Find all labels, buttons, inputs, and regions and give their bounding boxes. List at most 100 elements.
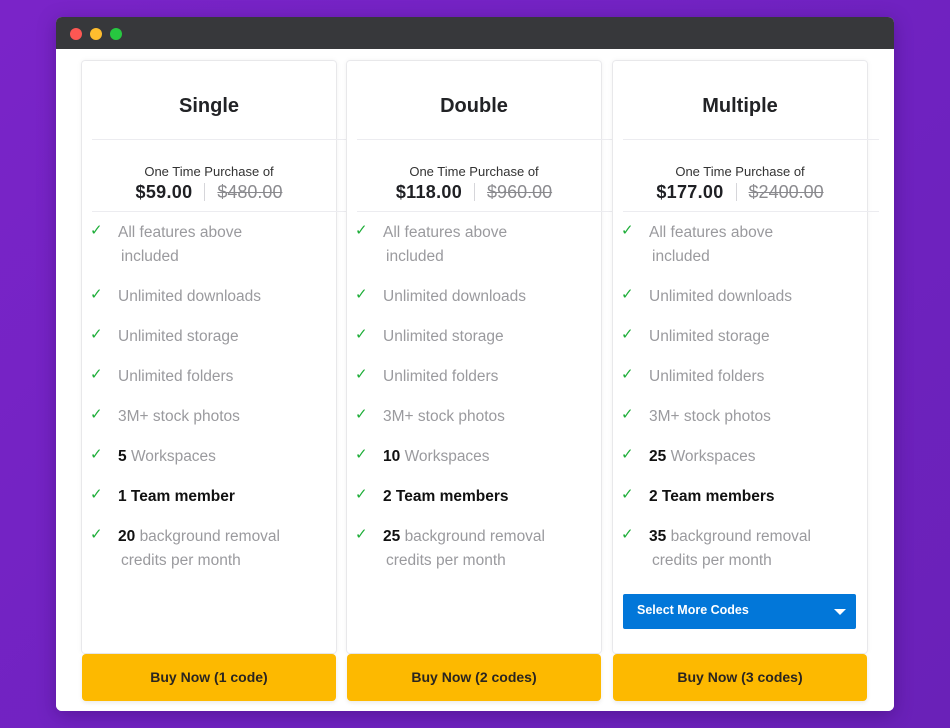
- select-label: Select More Codes: [637, 603, 749, 617]
- feature-text-continued: credits per month: [386, 552, 506, 569]
- feature-text: background removal: [404, 528, 546, 545]
- close-window-icon[interactable]: [70, 28, 82, 40]
- check-icon: ✓: [90, 366, 103, 383]
- plan-card-double: Double One Time Purchase of $118.00 $960.00…: [347, 61, 613, 653]
- check-icon: ✓: [355, 366, 368, 383]
- feature-highlight: 2 Team members: [649, 488, 775, 505]
- feature-text: background removal: [670, 528, 812, 545]
- feature-item: ✓ All features above included: [353, 221, 595, 269]
- feature-highlight: 25: [383, 528, 401, 545]
- feature-text: All features above: [118, 224, 243, 241]
- feature-list: ✓ All features above included ✓ Unlimited do…: [619, 221, 861, 589]
- feature-item: ✓ Unlimited downloads: [88, 285, 330, 309]
- check-icon: ✓: [90, 446, 103, 463]
- divider: [92, 139, 348, 140]
- original-price: $480.00: [217, 182, 283, 202]
- feature-text-continued: included: [386, 248, 444, 265]
- check-icon: ✓: [621, 446, 634, 463]
- feature-text: Unlimited folders: [649, 368, 765, 385]
- price-row: $118.00 $960.00: [347, 182, 601, 203]
- feature-item: ✓ Unlimited downloads: [353, 285, 595, 309]
- feature-item: ✓ 2 Team members: [353, 485, 595, 509]
- price-separator: [474, 183, 476, 201]
- maximize-window-icon[interactable]: [110, 28, 122, 40]
- feature-item: ✓ 25 background removal credits per month: [353, 525, 595, 573]
- feature-text-continued: included: [121, 248, 179, 265]
- plan-card-multiple: Multiple One Time Purchase of $177.00 $2400…: [613, 61, 879, 653]
- divider: [623, 211, 879, 212]
- feature-text-continued: included: [652, 248, 710, 265]
- current-price: $59.00: [135, 182, 193, 202]
- feature-item: ✓ 35 background removal credits per month: [619, 525, 861, 573]
- feature-text: Unlimited downloads: [118, 288, 262, 305]
- feature-highlight: 2 Team members: [383, 488, 509, 505]
- feature-text: Unlimited storage: [649, 328, 770, 345]
- purchase-label: One Time Purchase of: [675, 164, 805, 179]
- window-titlebar: [56, 17, 894, 49]
- price-row: $59.00 $480.00: [82, 182, 336, 203]
- feature-item: ✓ 25 Workspaces: [619, 445, 861, 469]
- feature-item: ✓ Unlimited storage: [619, 325, 861, 349]
- feature-text: Unlimited folders: [383, 368, 499, 385]
- current-price: $177.00: [656, 182, 724, 202]
- feature-item: ✓ 3M+ stock photos: [88, 405, 330, 429]
- pricing-section: Single One Time Purchase of $59.00 $480.00 ✓…: [56, 49, 894, 711]
- check-icon: ✓: [621, 366, 634, 383]
- buy-now-button-multiple[interactable]: Buy Now (3 codes): [613, 654, 867, 701]
- feature-text: Workspaces: [670, 448, 756, 465]
- feature-text: background removal: [139, 528, 281, 545]
- divider: [357, 211, 613, 212]
- feature-item: ✓ 20 background removal credits per month: [88, 525, 330, 573]
- purchase-label: One Time Purchase of: [409, 164, 539, 179]
- check-icon: ✓: [90, 222, 103, 239]
- check-icon: ✓: [90, 526, 103, 543]
- check-icon: ✓: [355, 526, 368, 543]
- check-icon: ✓: [621, 406, 634, 423]
- feature-item: ✓ All features above included: [619, 221, 861, 269]
- feature-text-continued: credits per month: [652, 552, 772, 569]
- price-row: $177.00 $2400.00: [613, 182, 867, 203]
- check-icon: ✓: [355, 222, 368, 239]
- feature-text: 3M+ stock photos: [118, 408, 240, 425]
- price-separator: [735, 183, 737, 201]
- buy-now-button-single[interactable]: Buy Now (1 code): [82, 654, 336, 701]
- feature-highlight: 25: [649, 448, 667, 465]
- purchase-label: One Time Purchase of: [144, 164, 274, 179]
- feature-item: ✓ 3M+ stock photos: [619, 405, 861, 429]
- feature-item: ✓ 10 Workspaces: [353, 445, 595, 469]
- feature-item: ✓ All features above included: [88, 221, 330, 269]
- feature-text: Unlimited downloads: [383, 288, 527, 305]
- select-more-codes-dropdown[interactable]: Select More Codes: [623, 594, 856, 629]
- minimize-window-icon[interactable]: [90, 28, 102, 40]
- divider: [623, 139, 879, 140]
- feature-item: ✓ 5 Workspaces: [88, 445, 330, 469]
- check-icon: ✓: [90, 486, 103, 503]
- divider: [92, 211, 348, 212]
- feature-highlight: 1 Team member: [118, 488, 235, 505]
- feature-highlight: 20: [118, 528, 136, 545]
- divider: [357, 139, 613, 140]
- price-separator: [204, 183, 206, 201]
- check-icon: ✓: [355, 326, 368, 343]
- current-price: $118.00: [395, 182, 463, 202]
- plan-title: Single: [178, 95, 239, 117]
- feature-highlight: 35: [649, 528, 667, 545]
- check-icon: ✓: [90, 326, 103, 343]
- feature-text: Workspaces: [404, 448, 490, 465]
- browser-window: Single One Time Purchase of $59.00 $480.00 ✓…: [56, 17, 894, 711]
- plan-title: Double: [440, 95, 508, 117]
- feature-item: ✓ Unlimited storage: [88, 325, 330, 349]
- check-icon: ✓: [621, 526, 634, 543]
- check-icon: ✓: [355, 486, 368, 503]
- feature-item: ✓ Unlimited folders: [88, 365, 330, 389]
- feature-text: Unlimited storage: [118, 328, 239, 345]
- feature-text: 3M+ stock photos: [383, 408, 505, 425]
- feature-highlight: 5: [118, 448, 127, 465]
- feature-text: Unlimited folders: [118, 368, 234, 385]
- buy-now-button-double[interactable]: Buy Now (2 codes): [347, 654, 601, 701]
- check-icon: ✓: [621, 286, 634, 303]
- feature-text: 3M+ stock photos: [649, 408, 771, 425]
- check-icon: ✓: [355, 286, 368, 303]
- check-icon: ✓: [90, 406, 103, 423]
- check-icon: ✓: [621, 222, 634, 239]
